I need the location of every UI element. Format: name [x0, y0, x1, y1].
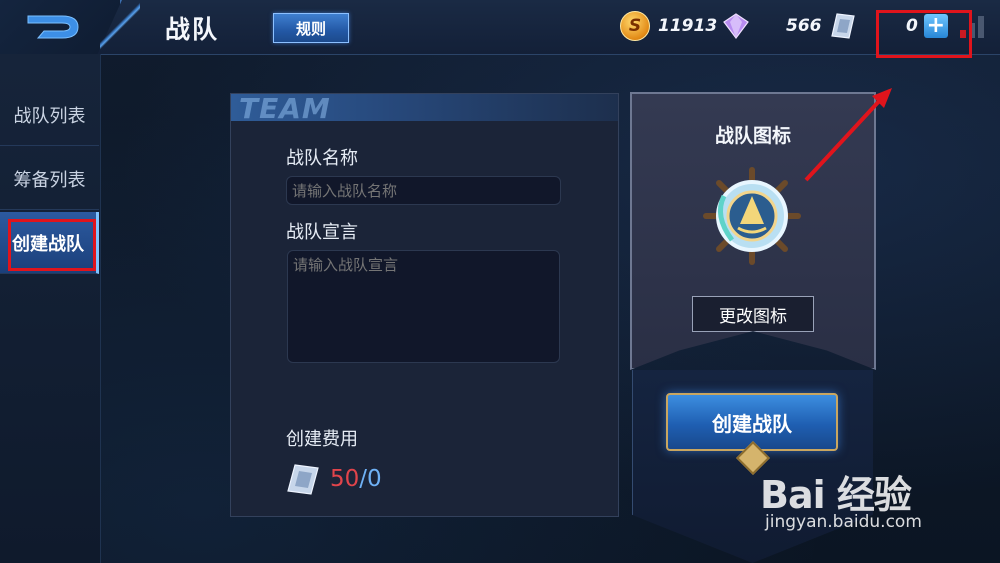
ticket-icon [830, 13, 855, 39]
watermark-url: jingyan.baidu.com [765, 512, 922, 532]
team-slogan-label: 战队宣言 [286, 222, 358, 243]
page-title: 战队 [165, 15, 220, 44]
diamond-balance: 566 [778, 12, 856, 40]
coin-amount: 11913 [658, 16, 718, 36]
back-arrow-icon [27, 15, 79, 39]
team-emblem-icon [703, 167, 801, 265]
sidebar: 战队列表 筹备列表 创建战队 [0, 54, 101, 563]
ticket-icon [287, 464, 319, 495]
sidebar-item-team-list[interactable]: 战队列表 [0, 84, 99, 146]
change-emblem-button[interactable]: 更改图标 [692, 296, 814, 332]
creation-cost: 50/0 [286, 462, 382, 496]
team-slogan-input[interactable] [287, 250, 560, 363]
highlight-box-create [8, 219, 96, 271]
team-banner-text: TEAM [239, 92, 331, 125]
coin-icon: S [620, 11, 650, 41]
sidebar-item-prep-list[interactable]: 筹备列表 [0, 148, 99, 210]
watermark-logo: Bai 经验 [760, 473, 912, 517]
team-name-label: 战队名称 [286, 148, 358, 169]
diamond-amount: 566 [786, 16, 822, 36]
form-header-strip: TEAM [231, 92, 618, 125]
header-divider [100, 0, 140, 54]
annotation-arrow-icon [804, 88, 892, 182]
highlight-box-tickets [876, 10, 972, 58]
diamond-icon [723, 13, 750, 39]
rules-button[interactable]: 规则 [273, 13, 349, 43]
team-name-input[interactable] [286, 176, 561, 205]
coin-balance: S 11913 [620, 11, 751, 41]
creation-cost-label: 创建费用 [286, 429, 358, 450]
watermark: Bai 经验 jingyan.baidu.com [755, 464, 985, 554]
top-bar: 战队 规则 S 11913 566 0 + [0, 0, 1000, 55]
cost-value: 50/0 [330, 466, 382, 492]
